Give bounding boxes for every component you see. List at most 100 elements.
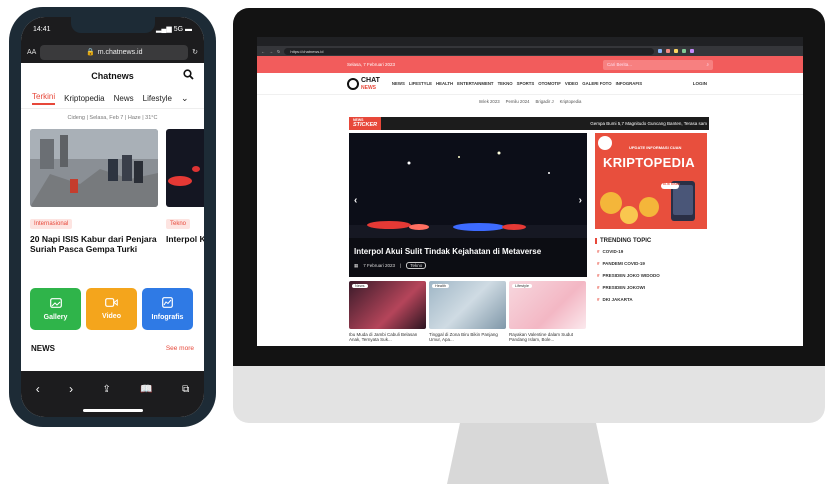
trending-tags: Imlek 2023 Pemilu 2024 Brigadir J Kripto… — [257, 95, 803, 108]
home-indicator — [83, 409, 143, 412]
site-top-bar: Selasa, 7 Februari 2023 Cari Berita... ⌕ — [257, 56, 803, 73]
tab-news[interactable]: News — [114, 94, 134, 103]
extension-icon[interactable] — [674, 49, 679, 53]
nav-tekno[interactable]: TEKNO — [498, 81, 513, 86]
nav-galeri-foto[interactable]: GALERI FOTO — [582, 81, 611, 86]
login-link[interactable]: LOGIN — [693, 81, 707, 86]
gallery-icon — [49, 297, 62, 308]
nav-lifestyle[interactable]: LIFESTYLE — [409, 81, 432, 86]
nav-entertainment[interactable]: ENTERTAINMENT — [457, 81, 493, 86]
headline-card[interactable]: Tekno Interpol Kejaha — [166, 129, 204, 245]
ad-title: KRIPTOPEDIA — [603, 155, 695, 170]
address-field[interactable]: https://chatnews.id — [284, 47, 655, 55]
reload-icon[interactable]: ↻ — [277, 49, 280, 54]
share-icon[interactable]: ⇪ — [102, 384, 110, 395]
thumb-title[interactable]: Rayakan Valentine dalam Sudut Pandang Is… — [509, 332, 586, 343]
search-icon[interactable] — [183, 69, 194, 80]
ticker-text[interactable]: Gempa Bumi 5,7 Magnitudo Guncang Banten,… — [590, 121, 709, 126]
headline-title[interactable]: 20 Napi ISIS Kabur dari Penjara Suriah P… — [30, 234, 158, 255]
hero-category[interactable]: Tekno — [406, 262, 427, 269]
hero-title[interactable]: Interpol Akui Sulit Tindak Kejahatan di … — [354, 247, 541, 256]
calendar-icon: ▦ — [354, 262, 359, 268]
infografis-label: Infografis — [151, 314, 184, 321]
infografis-button[interactable]: Infografis — [142, 288, 193, 330]
trending-item[interactable]: # PANDEMI COVID-19 — [597, 261, 660, 273]
category-badge: Tekno — [166, 219, 191, 229]
nav-otomotif[interactable]: OTOMOTIF — [538, 81, 561, 86]
extension-icon[interactable] — [682, 49, 687, 53]
search-icon[interactable]: ⌕ — [706, 62, 709, 67]
article-thumb[interactable]: News Ibu Muda di Jambi Cabuli Belasan An… — [349, 281, 426, 343]
ad-cta-button[interactable]: KLIK DISINI — [663, 182, 680, 186]
chevron-down-icon[interactable]: ⌄ — [181, 93, 189, 104]
extension-icon[interactable] — [690, 49, 695, 53]
tag-link[interactable]: Kriptopedia — [560, 99, 582, 104]
logo-subtext: NEWS — [361, 84, 376, 91]
back-icon[interactable]: ‹ — [36, 382, 40, 396]
hero-article[interactable]: ‹ › Interpol Akui Sulit Tindak Kejahatan… — [349, 133, 587, 277]
thumb-image: News — [349, 281, 426, 329]
tabs-icon[interactable]: ⧉ — [182, 384, 189, 395]
trending-item[interactable]: # COVID-19 — [597, 249, 660, 261]
thumb-title[interactable]: Ibu Muda di Jambi Cabuli Belasan Anak, T… — [349, 332, 426, 343]
tab-terkini[interactable]: Terkini — [32, 92, 56, 105]
media-buttons: Gallery Video Infografis — [21, 288, 204, 330]
trending-item[interactable]: # PRESIDEN JOKO WIDODO — [597, 273, 660, 285]
trending-item[interactable]: # DKI JAKARTA — [597, 297, 660, 309]
trending-topic-list: # COVID-19 # PANDEMI COVID-19 # PRESIDEN JO… — [597, 249, 660, 309]
tag-link[interactable]: Pemilu 2024 — [506, 99, 530, 104]
nav-health[interactable]: HEALTH — [436, 81, 453, 86]
news-sticker-ticker: NEWS STICKER Gempa Bumi 5,7 Magnitudo Gu… — [349, 117, 709, 130]
hero-meta: ▦ 7 Februari 2023 | Tekno — [354, 262, 427, 269]
nav-infografis[interactable]: INFOGRAFIS — [616, 81, 643, 86]
category-badge: Internasional — [30, 219, 73, 229]
text-size-button[interactable]: AA — [27, 49, 36, 56]
extension-icon[interactable] — [658, 49, 663, 53]
gallery-label: Gallery — [43, 313, 68, 321]
phone-frame: 14:41 ▂▄▆ 5G ▬ AA 🔒 m.chatnews.id ↻ Chat… — [9, 7, 216, 427]
forward-icon[interactable]: → — [269, 49, 273, 54]
ad-subtitle: UPDATE INFORMASI CUAN — [629, 145, 682, 150]
top-date: Selasa, 7 Februari 2023 — [347, 62, 396, 67]
thumb-title[interactable]: Tinggal di Zona Biru Bikin Panjang Umur,… — [429, 332, 506, 343]
site-title: Chatnews — [91, 71, 134, 81]
nav-video[interactable]: VIDEO — [565, 81, 578, 86]
site-search-input[interactable]: Cari Berita... ⌕ — [603, 59, 713, 70]
site-main-nav: CHAT NEWS NEWS LIFESTYLE HEALTH ENTERTAI… — [257, 73, 803, 95]
video-button[interactable]: Video — [86, 288, 137, 330]
logo-text: CHAT — [361, 76, 380, 84]
nav-sports[interactable]: SPORTS — [517, 81, 535, 86]
kriptopedia-ad-banner[interactable]: UPDATE INFORMASI CUAN KRIPTOPEDIA KLIK D… — [595, 133, 707, 229]
tab-lifestyle[interactable]: Lifestyle — [143, 94, 172, 103]
headline-card[interactable]: Internasional 20 Napi ISIS Kabur dari Pe… — [30, 129, 158, 255]
tag-link[interactable]: Imlek 2023 — [479, 99, 500, 104]
url-field[interactable]: 🔒 m.chatnews.id — [40, 44, 189, 60]
trending-item[interactable]: # PRESIDEN JOKOWI — [597, 285, 660, 297]
news-section-label: NEWS — [31, 344, 55, 353]
bookmarks-icon[interactable]: 📖 — [140, 384, 152, 395]
carousel-next-icon[interactable]: › — [579, 195, 582, 206]
tag-link[interactable]: Brigadir J — [536, 99, 554, 104]
reload-icon[interactable]: ↻ — [192, 48, 198, 56]
infographic-icon — [162, 297, 173, 308]
mobile-tabs: Terkini Kriptopedia News Lifestyle ⌄ — [21, 89, 204, 109]
nav-news[interactable]: NEWS — [392, 81, 405, 86]
video-label: Video — [102, 313, 121, 320]
see-more-link[interactable]: See more — [166, 345, 194, 352]
headline-title[interactable]: Interpol Kejaha — [166, 234, 204, 245]
back-icon[interactable]: ← — [261, 49, 265, 54]
headline-photo — [30, 129, 158, 207]
carousel-prev-icon[interactable]: ‹ — [354, 195, 357, 206]
tab-kriptopedia[interactable]: Kriptopedia — [64, 94, 104, 103]
gallery-button[interactable]: Gallery — [30, 288, 81, 330]
article-thumb[interactable]: Lifestyle Rayakan Valentine dalam Sudut … — [509, 281, 586, 343]
extension-icon[interactable] — [666, 49, 671, 53]
site-logo[interactable]: CHAT NEWS — [347, 77, 380, 91]
trending-topic-heading: TRENDING TOPIC — [595, 238, 651, 244]
forward-icon[interactable]: › — [69, 382, 73, 396]
article-thumb[interactable]: Health Tinggal di Zona Biru Bikin Panjan… — [429, 281, 506, 343]
monitor-frame: ← → ↻ https://chatnews.id Selasa, 7 Febr… — [233, 8, 825, 423]
headline-photo — [166, 129, 204, 207]
mobile-site-header: Chatnews — [21, 63, 204, 89]
device-mockup-stage: 14:41 ▂▄▆ 5G ▬ AA 🔒 m.chatnews.id ↻ Chat… — [0, 0, 827, 484]
